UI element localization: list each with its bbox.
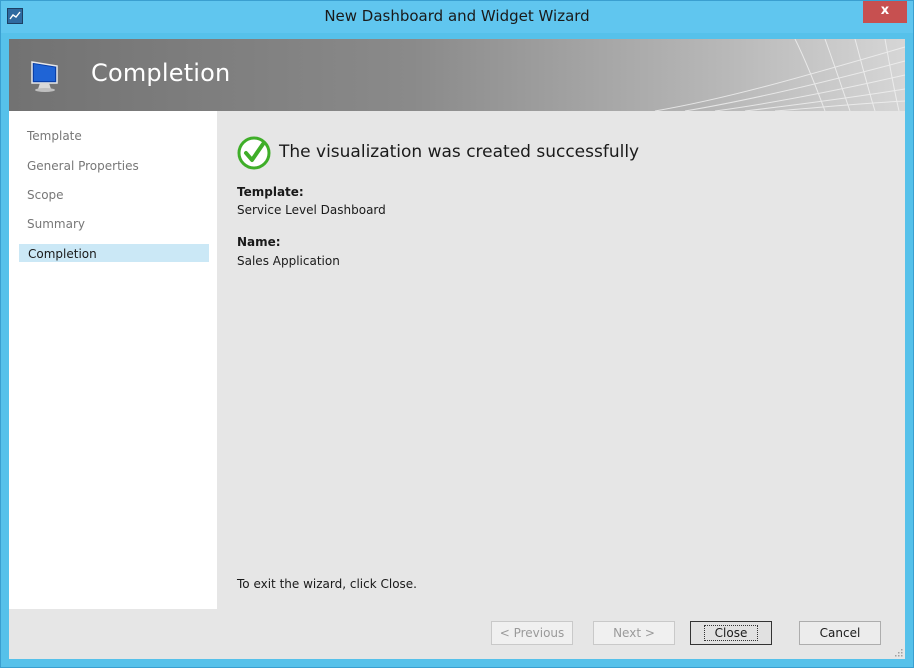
name-label: Name: — [237, 235, 281, 249]
monitor-icon — [31, 61, 58, 92]
success-message: The visualization was created successful… — [279, 142, 640, 162]
nav-step-template[interactable]: Template — [19, 127, 209, 145]
nav-step-scope[interactable]: Scope — [19, 186, 209, 204]
close-window-button[interactable]: x — [863, 1, 907, 23]
nav-step-completion[interactable]: Completion — [19, 244, 209, 262]
nav-step-summary[interactable]: Summary — [19, 215, 209, 233]
previous-button[interactable]: < Previous — [491, 621, 573, 645]
checkmark-circle-icon — [237, 136, 271, 170]
template-label: Template: — [237, 185, 304, 199]
page-title: Completion — [91, 59, 231, 87]
close-button[interactable]: Close — [690, 621, 772, 645]
name-value: Sales Application — [237, 254, 340, 268]
wizard-window: New Dashboard and Widget Wizard x Comple… — [0, 0, 914, 668]
banner-decoration — [654, 39, 905, 111]
window-title: New Dashboard and Widget Wizard — [324, 7, 590, 25]
title-bar: New Dashboard and Widget Wizard x — [1, 1, 913, 33]
close-button-label: Close — [703, 625, 759, 641]
nav-step-general-properties[interactable]: General Properties — [19, 157, 209, 175]
exit-instruction: To exit the wizard, click Close. — [237, 577, 417, 591]
button-bar: < Previous Next > Close Cancel — [9, 609, 905, 659]
template-value: Service Level Dashboard — [237, 203, 386, 217]
header-banner: Completion — [9, 39, 905, 111]
completion-content: The visualization was created successful… — [217, 111, 905, 609]
cancel-button[interactable]: Cancel — [799, 621, 881, 645]
resize-grip-icon[interactable] — [893, 647, 903, 657]
wizard-steps-nav: Template General Properties Scope Summar… — [9, 111, 217, 609]
next-button[interactable]: Next > — [593, 621, 675, 645]
